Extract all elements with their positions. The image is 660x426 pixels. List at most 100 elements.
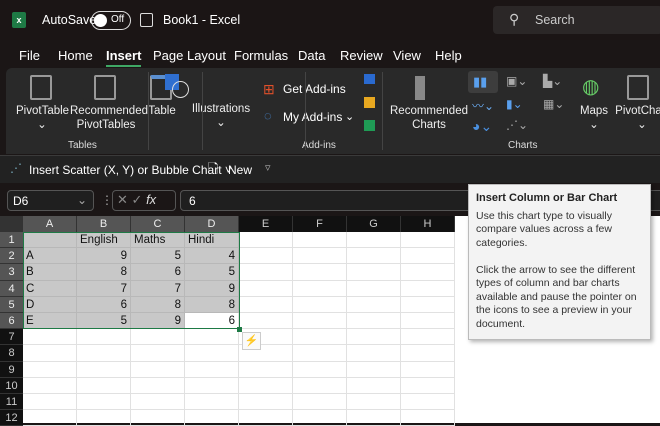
cell[interactable]: 7 xyxy=(77,280,131,297)
cell[interactable] xyxy=(239,377,293,394)
column-header[interactable]: C xyxy=(131,216,185,232)
tab-view[interactable]: View xyxy=(393,48,421,63)
table-button[interactable]: Table xyxy=(146,104,178,118)
cell[interactable] xyxy=(401,264,455,281)
cell[interactable] xyxy=(347,313,401,330)
cell[interactable]: 5 xyxy=(77,313,131,330)
column-header[interactable]: H xyxy=(401,216,455,232)
column-header[interactable]: D xyxy=(185,216,239,232)
cell[interactable] xyxy=(23,394,77,411)
line-chart-icon[interactable]: 〰⌄ xyxy=(472,97,494,114)
cell[interactable] xyxy=(401,361,455,378)
column-header[interactable]: A xyxy=(23,216,77,232)
row-header[interactable]: 6 xyxy=(0,313,23,330)
cell[interactable] xyxy=(293,280,347,297)
cell[interactable] xyxy=(347,296,401,313)
cell[interactable] xyxy=(293,313,347,330)
cell[interactable] xyxy=(347,264,401,281)
statistic-chart-icon[interactable]: ▮⌄ xyxy=(506,97,523,111)
cell[interactable] xyxy=(77,345,131,362)
cell[interactable] xyxy=(293,329,347,346)
maps-button[interactable]: Maps ⌄ xyxy=(578,104,610,132)
insert-function-button[interactable]: fx xyxy=(146,192,156,207)
tab-insert[interactable]: Insert xyxy=(106,48,142,67)
cell[interactable] xyxy=(401,410,455,426)
cell[interactable] xyxy=(401,232,455,249)
cell[interactable] xyxy=(77,361,131,378)
tab-formulas[interactable]: Formulas xyxy=(234,48,288,63)
cell[interactable] xyxy=(401,329,455,346)
cell[interactable]: 8 xyxy=(131,296,185,313)
cell[interactable] xyxy=(131,361,185,378)
cell[interactable] xyxy=(239,280,293,297)
cell[interactable] xyxy=(185,410,239,426)
cell[interactable] xyxy=(185,329,239,346)
insert-scatter-button[interactable]: Insert Scatter (X, Y) or Bubble Chart ˅ xyxy=(29,163,232,177)
cell[interactable] xyxy=(23,361,77,378)
cell[interactable] xyxy=(239,232,293,249)
tab-file[interactable]: File xyxy=(19,48,40,63)
cell[interactable] xyxy=(401,280,455,297)
cell[interactable]: 9 xyxy=(131,313,185,330)
tab-data[interactable]: Data xyxy=(298,48,325,63)
cell[interactable] xyxy=(77,394,131,411)
cell[interactable]: 5 xyxy=(185,264,239,281)
cell[interactable] xyxy=(347,280,401,297)
cell[interactable] xyxy=(401,377,455,394)
get-addins-button[interactable]: Get Add-ins xyxy=(283,82,346,96)
cell[interactable] xyxy=(77,410,131,426)
row-header[interactable]: 4 xyxy=(0,280,23,297)
column-header[interactable]: F xyxy=(293,216,347,232)
cell[interactable]: English xyxy=(77,232,131,249)
cell[interactable]: 7 xyxy=(131,280,185,297)
cell[interactable] xyxy=(347,377,401,394)
cell[interactable] xyxy=(293,248,347,265)
cell[interactable] xyxy=(293,296,347,313)
cell[interactable]: 8 xyxy=(185,296,239,313)
cell[interactable] xyxy=(131,410,185,426)
cell[interactable] xyxy=(293,264,347,281)
cell[interactable] xyxy=(293,232,347,249)
tab-home[interactable]: Home xyxy=(58,48,93,63)
cell[interactable]: 9 xyxy=(77,248,131,265)
customize-toolbar-icon[interactable]: ▿ xyxy=(265,161,271,174)
cell[interactable] xyxy=(131,377,185,394)
cell[interactable]: A xyxy=(23,248,77,265)
cell[interactable] xyxy=(77,329,131,346)
my-addins-button[interactable]: My Add-ins xyxy=(283,110,342,124)
illustrations-button[interactable]: Illustrations ⌄ xyxy=(191,102,251,130)
cell[interactable] xyxy=(347,248,401,265)
cell[interactable] xyxy=(293,410,347,426)
pivotchart-button[interactable]: PivotChart⌄ xyxy=(612,104,660,132)
pie-chart-icon[interactable]: ◕⌄ xyxy=(472,118,492,135)
search-box[interactable]: ⚲ Search xyxy=(493,6,660,34)
cell[interactable]: Maths xyxy=(131,232,185,249)
cell[interactable] xyxy=(347,345,401,362)
cell[interactable] xyxy=(23,232,77,249)
cell[interactable]: 9 xyxy=(185,280,239,297)
cell[interactable] xyxy=(401,313,455,330)
cell[interactable] xyxy=(23,329,77,346)
cell[interactable] xyxy=(131,394,185,411)
cell[interactable] xyxy=(293,345,347,362)
cell[interactable]: 6 xyxy=(185,313,239,330)
cell[interactable]: 6 xyxy=(131,264,185,281)
hierarchy-chart-icon[interactable]: ▣⌄ xyxy=(506,74,527,88)
cell[interactable] xyxy=(347,232,401,249)
cell[interactable] xyxy=(185,394,239,411)
cell[interactable] xyxy=(293,377,347,394)
tab-help[interactable]: Help xyxy=(435,48,462,63)
cell[interactable] xyxy=(23,377,77,394)
cell[interactable]: D xyxy=(23,296,77,313)
row-header[interactable]: 3 xyxy=(0,264,23,281)
cell[interactable]: 8 xyxy=(77,264,131,281)
cell[interactable] xyxy=(239,313,293,330)
row-header[interactable]: 12 xyxy=(0,410,23,426)
scatter-chart-icon[interactable]: ⋰⌄ xyxy=(506,118,528,132)
waterfall-chart-icon[interactable]: ▙⌄ xyxy=(543,74,562,88)
row-header[interactable]: 9 xyxy=(0,361,23,378)
cell[interactable] xyxy=(185,345,239,362)
cell[interactable] xyxy=(293,394,347,411)
cell[interactable] xyxy=(401,345,455,362)
cancel-icon[interactable]: ✕ xyxy=(117,192,128,207)
